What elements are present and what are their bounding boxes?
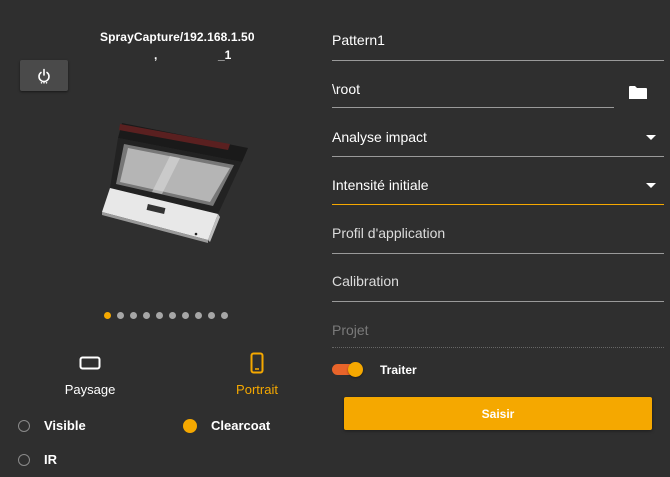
- radio-clearcoat[interactable]: Clearcoat: [183, 418, 270, 433]
- device-subtitle-right: _1: [218, 48, 232, 62]
- orientation-portrait-button[interactable]: Portrait: [225, 352, 289, 397]
- carousel-dot[interactable]: [182, 312, 189, 319]
- carousel-dot[interactable]: [156, 312, 163, 319]
- radio-ir-label: IR: [44, 452, 57, 467]
- radio-clearcoat-label: Clearcoat: [211, 418, 271, 433]
- carousel-dot[interactable]: [208, 312, 215, 319]
- traiter-toggle[interactable]: [332, 362, 364, 377]
- right-panel: Pattern1 \root Analyse impact Intensité …: [310, 0, 670, 477]
- calibration-field[interactable]: Calibration: [332, 273, 664, 302]
- project-field[interactable]: Projet: [332, 321, 664, 348]
- carousel-dot[interactable]: [143, 312, 150, 319]
- profile-field[interactable]: Profil d'application: [332, 225, 664, 254]
- path-field[interactable]: \root: [332, 78, 614, 108]
- calibration-label: Calibration: [332, 273, 399, 289]
- carousel-dot[interactable]: [130, 312, 137, 319]
- dropdown-arrow-icon: [646, 135, 656, 140]
- profile-label: Profil d'application: [332, 225, 446, 241]
- project-placeholder: Projet: [332, 322, 369, 338]
- carousel-dot[interactable]: [104, 312, 111, 319]
- device-image: [102, 123, 248, 243]
- radio-ir[interactable]: IR: [18, 452, 57, 467]
- radio-circle-on[interactable]: [183, 418, 197, 433]
- radio-circle-off[interactable]: [18, 453, 30, 466]
- saisir-button[interactable]: Saisir: [344, 397, 652, 430]
- radio-circle-off[interactable]: [18, 419, 30, 432]
- analysis-select[interactable]: Analyse impact: [332, 128, 664, 157]
- carousel-dot[interactable]: [221, 312, 228, 319]
- power-button[interactable]: [20, 60, 68, 91]
- radio-visible[interactable]: Visible: [18, 418, 86, 433]
- path-value: \root: [332, 81, 361, 97]
- carousel-dot[interactable]: [195, 312, 202, 319]
- radio-visible-label: Visible: [44, 418, 86, 433]
- orientation-paysage-label: Paysage: [64, 382, 116, 397]
- landscape-icon: [79, 356, 101, 370]
- intensity-select[interactable]: Intensité initiale: [332, 176, 664, 205]
- device-subtitle-left: ,: [154, 48, 158, 62]
- toggle-knob[interactable]: [348, 362, 363, 377]
- pattern-name-field[interactable]: Pattern1: [332, 30, 664, 61]
- device-title: SprayCapture/192.168.1.50: [100, 30, 255, 44]
- left-panel: SprayCapture/192.168.1.50 , _1 Paysage P…: [0, 0, 310, 477]
- intensity-select-label: Intensité initiale: [332, 177, 429, 193]
- carousel-dot[interactable]: [169, 312, 176, 319]
- carousel-indicator: [104, 312, 228, 319]
- carousel-dot[interactable]: [117, 312, 124, 319]
- orientation-portrait-label: Portrait: [236, 382, 278, 397]
- folder-icon[interactable]: [628, 85, 648, 100]
- power-icon: [38, 68, 50, 84]
- portrait-icon: [250, 352, 264, 374]
- orientation-paysage-button[interactable]: Paysage: [60, 352, 120, 397]
- analysis-select-label: Analyse impact: [332, 129, 427, 145]
- pattern-name-value: Pattern1: [332, 32, 385, 48]
- dropdown-arrow-icon: [646, 183, 656, 188]
- traiter-label: Traiter: [380, 363, 417, 377]
